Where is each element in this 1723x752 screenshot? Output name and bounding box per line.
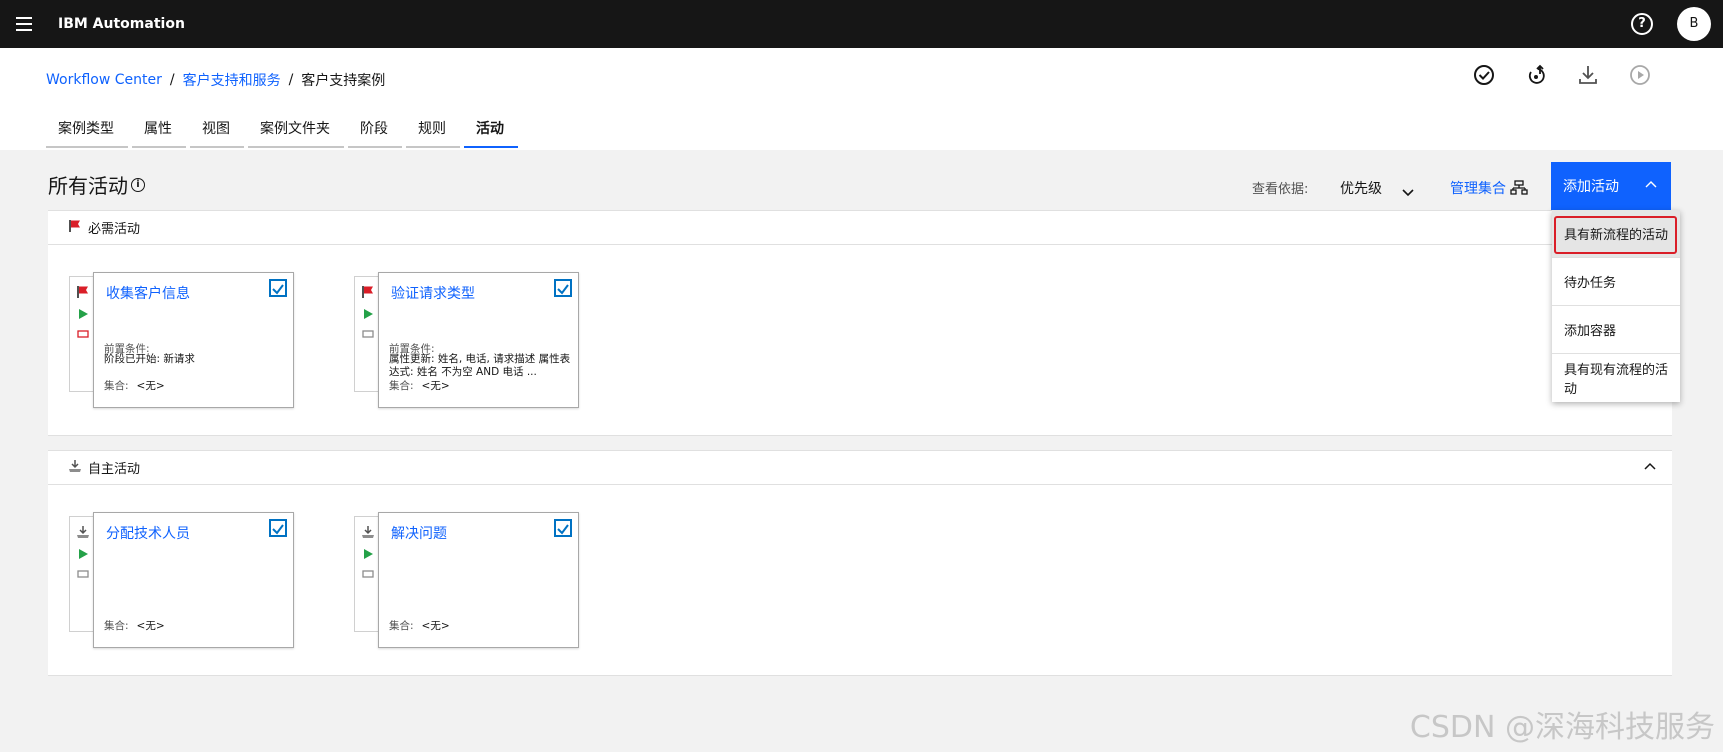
tab-case-folders[interactable]: 案例文件夹 <box>248 118 344 148</box>
tab-views[interactable]: 视图 <box>190 118 244 148</box>
menu-item-label: 具有现有流程的活动 <box>1564 363 1669 397</box>
add-activity-button[interactable]: 添加活动 <box>1551 162 1671 210</box>
highlight-box <box>1554 216 1677 254</box>
menu-item-add-container[interactable]: 添加容器 <box>1552 306 1680 354</box>
collection-info: 集合: <无> <box>104 618 165 633</box>
discretionary-activities-title: 自主活动 <box>88 462 141 477</box>
activity-title[interactable]: 解决问题 <box>391 523 447 543</box>
download-icon[interactable] <box>1575 62 1601 88</box>
avatar[interactable]: B <box>1677 7 1711 41</box>
collection-info: 集合: <无> <box>389 618 450 633</box>
automatic-icon <box>77 570 89 578</box>
activity-title[interactable]: 收集客户信息 <box>106 283 190 303</box>
automatic-icon <box>77 330 89 338</box>
start-icon <box>79 549 88 559</box>
watermark: CSDN @深海科技服务 <box>1409 710 1715 745</box>
info-icon[interactable]: i <box>131 177 145 192</box>
automatic-icon <box>362 330 374 338</box>
automatic-icon <box>362 570 374 578</box>
card-side-strip <box>354 516 380 632</box>
add-activity-menu: 具有新流程的活动 待办任务 添加容器 具有现有流程的活动 <box>1552 210 1680 402</box>
activity-card-body[interactable]: 验证请求类型 前置条件: 属性更新: 姓名, 电话, 请求描述 属性表达式: 姓… <box>378 272 579 408</box>
checkbox-icon[interactable] <box>554 279 572 297</box>
start-icon <box>364 309 373 319</box>
menu-item-label: 待办任务 <box>1564 276 1617 291</box>
page-title-text: 所有活动 <box>48 174 128 198</box>
start-icon <box>79 309 88 319</box>
top-bar: IBM Automation ? B <box>0 0 1723 48</box>
menu-item-todo-task[interactable]: 待办任务 <box>1552 258 1680 306</box>
tab-case-type[interactable]: 案例类型 <box>46 118 128 148</box>
activity-title[interactable]: 验证请求类型 <box>391 283 475 303</box>
activity-title[interactable]: 分配技术人员 <box>106 523 190 543</box>
breadcrumb-separator: / <box>169 72 175 88</box>
breadcrumb-separator: / <box>288 72 294 88</box>
add-activity-label: 添加活动 <box>1563 179 1619 195</box>
collection-info: 集合: <无> <box>389 378 450 393</box>
run-icon[interactable] <box>1627 62 1653 88</box>
menu-item-existing-process-activity[interactable]: 具有现有流程的活动 <box>1552 354 1680 402</box>
tab-properties[interactable]: 属性 <box>132 118 186 148</box>
download-user-icon <box>362 526 374 538</box>
checkbox-icon[interactable] <box>554 519 572 537</box>
required-activities-title: 必需活动 <box>88 222 141 237</box>
collection-info: 集合: <无> <box>104 378 165 393</box>
menu-item-label: 添加容器 <box>1564 324 1617 339</box>
activity-card-body[interactable]: 解决问题 集合: <无> <box>378 512 579 648</box>
card-side-strip <box>354 276 380 392</box>
breadcrumb-workflow-center[interactable]: Workflow Center <box>46 72 162 88</box>
chevron-up-icon[interactable] <box>1644 459 1656 474</box>
flag-icon <box>77 286 88 298</box>
manage-collections-link[interactable]: 管理集合 <box>1450 178 1528 198</box>
page-title: 所有活动 i <box>48 170 145 199</box>
download-user-icon <box>77 526 89 538</box>
validate-icon[interactable] <box>1471 62 1497 88</box>
download-user-icon <box>68 459 82 477</box>
collection-label: 集合: <box>389 380 414 392</box>
collection-label: 集合: <box>104 380 129 392</box>
checkbox-icon[interactable] <box>269 519 287 537</box>
collections-icon <box>1510 180 1528 195</box>
precondition-value: 属性更新: 姓名, 电话, 请求描述 属性表达式: 姓名 不为空 AND 电话 … <box>389 353 571 378</box>
discretionary-activities-header[interactable]: 自主活动 <box>48 451 1672 485</box>
deploy-icon[interactable] <box>1523 62 1549 88</box>
manage-collections-label: 管理集合 <box>1450 181 1506 197</box>
activity-card-body[interactable]: 分配技术人员 集合: <无> <box>93 512 294 648</box>
collection-value: <无> <box>421 380 450 392</box>
tab-activities[interactable]: 活动 <box>464 118 518 148</box>
tab-rules[interactable]: 规则 <box>406 118 460 148</box>
flag-icon <box>362 286 373 298</box>
menu-item-new-process-activity[interactable]: 具有新流程的活动 <box>1552 210 1680 258</box>
help-icon[interactable]: ? <box>1631 13 1653 35</box>
activity-card-body[interactable]: 收集客户信息 前置条件: 阶段已开始: 新请求 集合: <无> <box>93 272 294 408</box>
checkbox-icon[interactable] <box>269 279 287 297</box>
tab-stages[interactable]: 阶段 <box>348 118 402 148</box>
collection-value: <无> <box>421 620 450 632</box>
breadcrumb: Workflow Center / 客户支持和服务 / 客户支持案例 <box>46 70 385 90</box>
precondition-value: 阶段已开始: 新请求 <box>104 353 195 365</box>
collection-value: <无> <box>136 620 165 632</box>
brand-title: IBM Automation <box>58 16 185 32</box>
card-side-strip <box>69 276 95 392</box>
required-activities-header[interactable]: 必需活动 <box>48 211 1672 245</box>
header-actions <box>1471 62 1653 88</box>
collection-label: 集合: <box>104 620 129 632</box>
collection-label: 集合: <box>389 620 414 632</box>
chevron-down-icon[interactable] <box>1402 182 1414 201</box>
tab-bar: 案例类型 属性 视图 案例文件夹 阶段 规则 活动 <box>46 118 522 148</box>
menu-icon[interactable] <box>0 0 48 48</box>
breadcrumb-current: 客户支持案例 <box>301 73 386 89</box>
collection-value: <无> <box>136 380 165 392</box>
start-icon <box>364 549 373 559</box>
breadcrumb-solution[interactable]: 客户支持和服务 <box>183 70 281 90</box>
chevron-up-icon <box>1645 176 1657 192</box>
view-by-label: 查看依据: <box>1252 182 1309 197</box>
card-side-strip <box>69 516 95 632</box>
flag-icon <box>68 219 82 237</box>
view-by-select[interactable]: 优先级 <box>1340 178 1382 198</box>
